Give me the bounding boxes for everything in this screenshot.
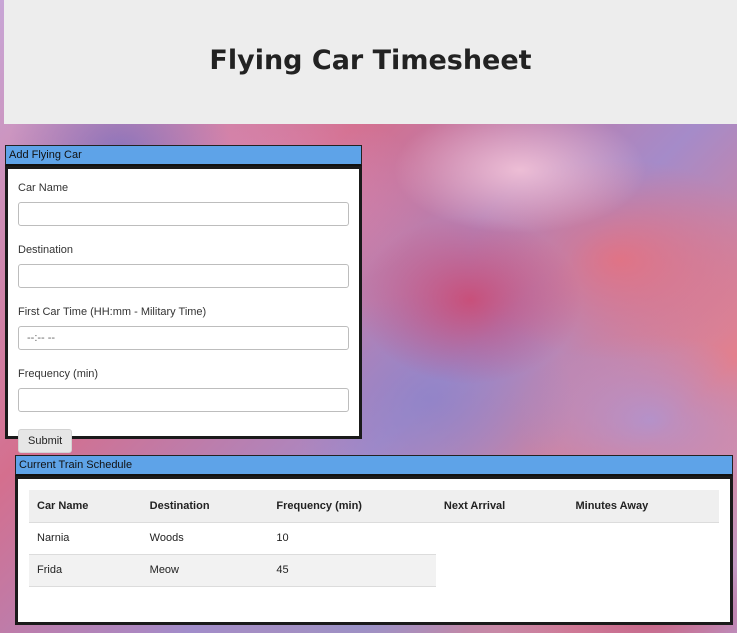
destination-label: Destination: [18, 244, 74, 256]
schedule-panel-header: Current Train Schedule: [15, 455, 733, 476]
cell-next-arrival: [436, 522, 568, 554]
column-header-next-arrival: Next Arrival: [435, 490, 568, 523]
cell-minutes-away: [567, 522, 719, 554]
car-name-input[interactable]: [18, 202, 349, 226]
column-header-frequency: Frequency (min): [268, 490, 436, 523]
column-header-destination: Destination: [141, 490, 269, 523]
destination-input[interactable]: [18, 264, 349, 288]
cell-minutes-away: [567, 554, 719, 586]
frequency-input[interactable]: [18, 388, 349, 412]
add-car-panel-header: Add Flying Car: [5, 145, 362, 166]
column-header-minutes-away: Minutes Away: [567, 490, 719, 523]
column-header-car-name: Car Name: [29, 490, 142, 523]
cell-car-name: Narnia: [29, 522, 142, 555]
first-car-time-label: First Car Time (HH:mm - Military Time): [18, 306, 207, 318]
cell-destination: Woods: [141, 522, 269, 555]
schedule-table: Car Name Destination Frequency (min) Nex…: [29, 490, 719, 587]
cell-car-name: Frida: [29, 554, 142, 587]
frequency-label: Frequency (min): [18, 368, 99, 380]
cell-frequency: 45: [268, 554, 436, 587]
first-car-time-input[interactable]: [18, 326, 349, 350]
cell-destination: Meow: [141, 554, 269, 587]
page-title: Flying Car Timesheet: [209, 44, 532, 76]
schedule-panel: Car Name Destination Frequency (min) Nex…: [15, 476, 733, 625]
table-header-row: Car Name Destination Frequency (min) Nex…: [29, 490, 719, 523]
add-car-panel: Car Name Destination First Car Time (HH:…: [5, 166, 362, 453]
table-row: Narnia Woods 10: [29, 522, 719, 555]
submit-button[interactable]: Submit: [18, 429, 73, 453]
cell-next-arrival: [436, 554, 568, 586]
cell-frequency: 10: [268, 522, 436, 555]
table-row: Frida Meow 45: [29, 554, 719, 587]
page-header: Flying Car Timesheet: [4, 0, 737, 124]
car-name-label: Car Name: [18, 182, 69, 194]
